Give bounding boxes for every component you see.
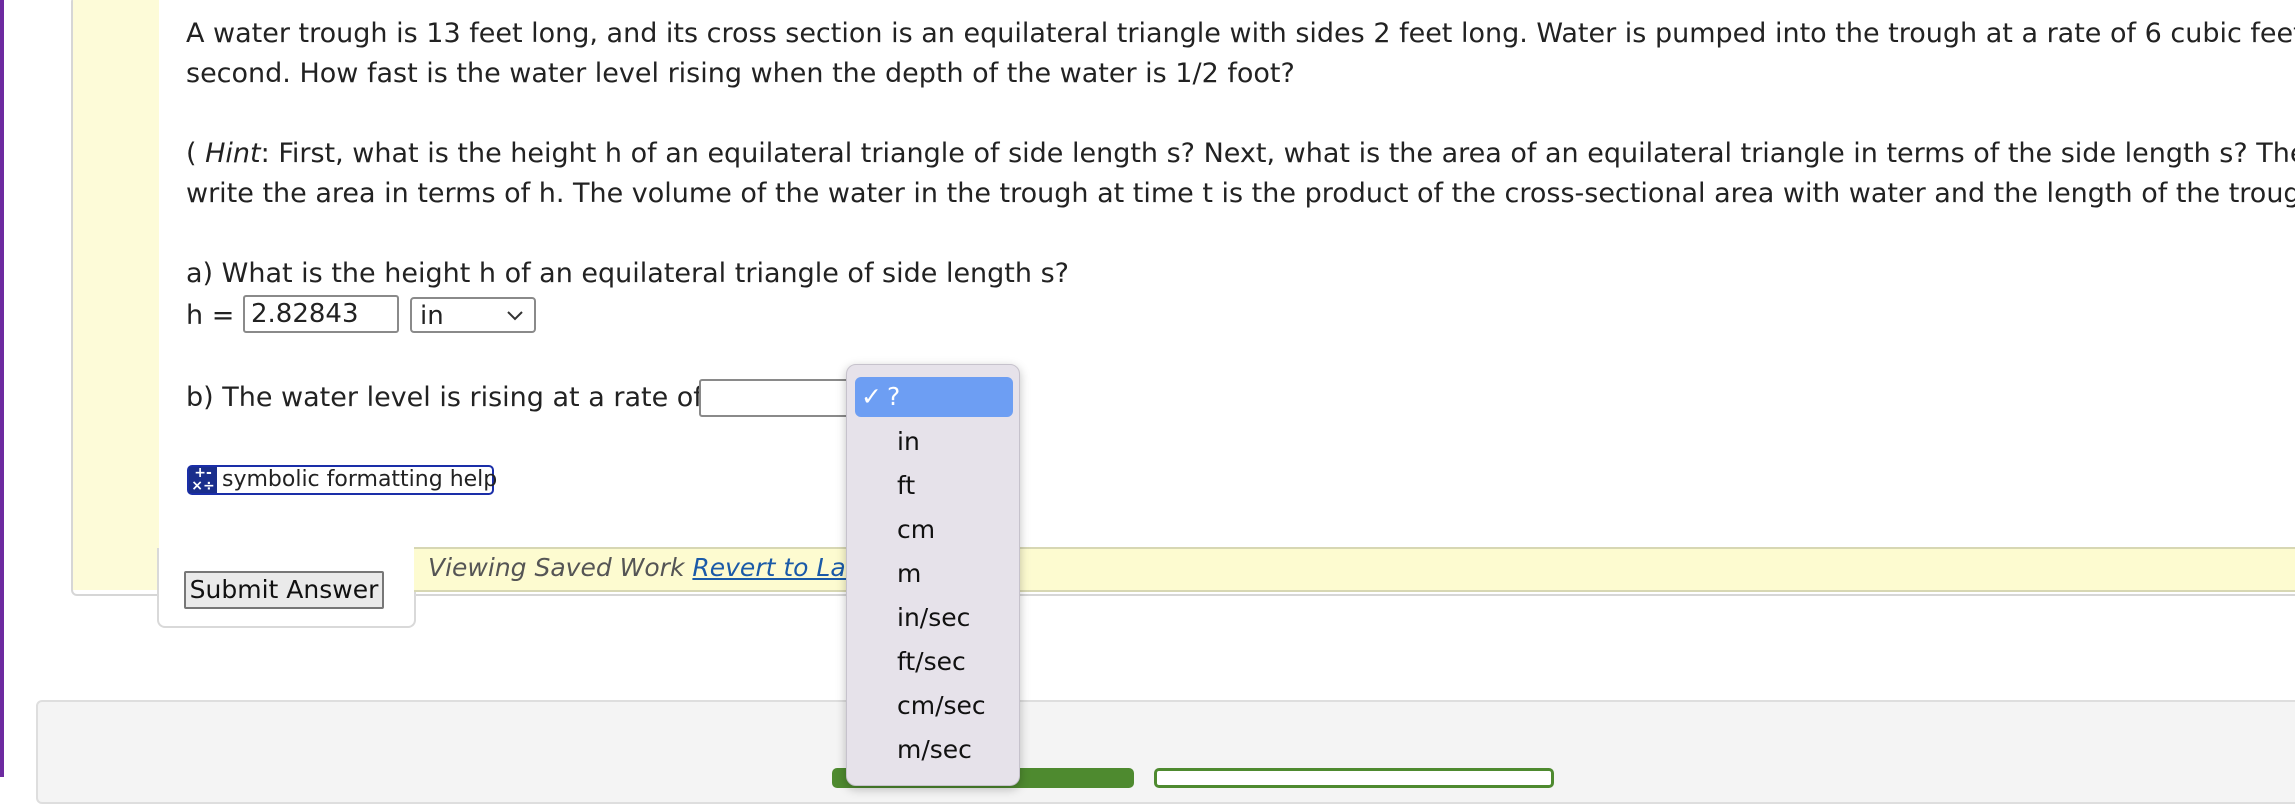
dropdown-option-in[interactable]: in bbox=[847, 422, 1019, 462]
checkmark-icon: ✓ bbox=[861, 382, 882, 411]
dropdown-option-ft[interactable]: ft bbox=[847, 466, 1019, 506]
hint-line-1-rest: : First, what is the height h of an equi… bbox=[260, 138, 2295, 169]
green-outline-button[interactable] bbox=[1154, 768, 1554, 788]
math-symbols-icon: +- ×÷ bbox=[189, 466, 217, 493]
part-b-question: b) The water level is rising at a rate o… bbox=[186, 382, 703, 413]
part-a-unit-selected: in bbox=[420, 301, 444, 331]
dropdown-option-label: ? bbox=[887, 382, 901, 411]
dropdown-option-m-per-sec[interactable]: m/sec bbox=[847, 730, 1019, 770]
dropdown-option-ft-per-sec[interactable]: ft/sec bbox=[847, 642, 1019, 682]
part-b-answer-input[interactable] bbox=[699, 379, 859, 417]
part-a-var-label: h = bbox=[186, 300, 235, 331]
part-a-question: a) What is the height h of an equilatera… bbox=[186, 258, 1069, 289]
left-accent-bar bbox=[0, 0, 4, 777]
dropdown-option-cm-per-sec[interactable]: cm/sec bbox=[847, 686, 1019, 726]
dropdown-option-cm[interactable]: cm bbox=[847, 510, 1019, 550]
hint-line-1: ( Hint: First, what is the height h of a… bbox=[186, 134, 2295, 174]
submit-answer-button[interactable]: Submit Answer bbox=[184, 571, 384, 609]
hint-label: Hint bbox=[205, 138, 261, 169]
dropdown-option-m[interactable]: m bbox=[847, 554, 1019, 594]
problem-gutter bbox=[73, 0, 159, 590]
saved-work-text: Viewing Saved Work bbox=[428, 553, 693, 582]
hint-open: ( bbox=[186, 138, 206, 169]
part-a-unit-select[interactable]: in bbox=[410, 297, 536, 333]
part-a-answer-input[interactable]: 2.82843 bbox=[243, 295, 399, 333]
dropdown-option-in-per-sec[interactable]: in/sec bbox=[847, 598, 1019, 638]
symbolic-formatting-help-button[interactable]: +- ×÷ symbolic formatting help bbox=[187, 465, 498, 495]
problem-statement-line-2: second. How fast is the water level risi… bbox=[186, 58, 1295, 89]
unit-dropdown-menu: ✓? in ft cm m in/sec ft/sec cm/sec m/sec bbox=[846, 364, 1020, 786]
help-button-label: symbolic formatting help bbox=[222, 467, 498, 492]
hint-line-2: write the area in terms of h. The volume… bbox=[186, 178, 2295, 209]
lower-panel bbox=[36, 700, 2295, 804]
dropdown-option-unset[interactable]: ✓? bbox=[855, 377, 1013, 417]
chevron-down-icon bbox=[507, 311, 523, 321]
problem-statement-line-1: A water trough is 13 feet long, and its … bbox=[186, 18, 2295, 49]
